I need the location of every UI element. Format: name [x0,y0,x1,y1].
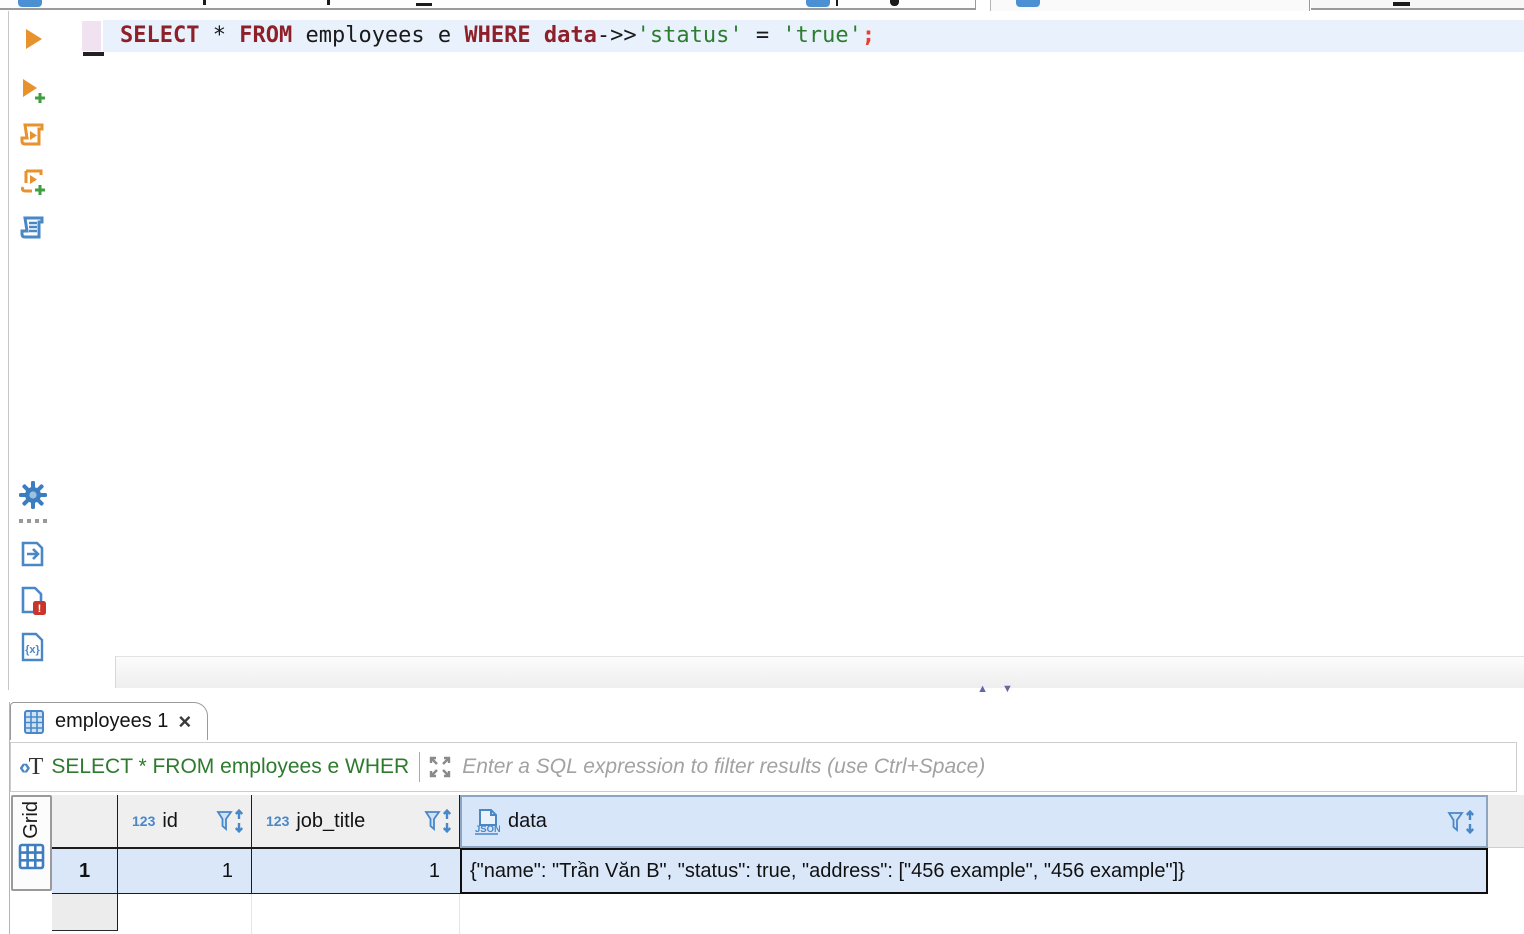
editor-horizontal-scrollbar[interactable] [115,656,1524,688]
sql-string: 'status' [636,23,743,48]
execute-statement-icon[interactable] [16,22,50,56]
grid-header-corner [1488,795,1524,848]
cell-id[interactable]: 1 [118,848,252,894]
results-filter-bar: ‹› T SELECT * FROM employees e WHER [10,742,1517,792]
empty-cell[interactable] [118,894,252,934]
column-label: id [162,809,178,832]
text-cursor [83,52,104,56]
panel-splitter-controls: ▲ ▼ [960,682,1030,698]
sql-semicolon: ; [861,23,876,48]
applied-filter-text[interactable]: SELECT * FROM employees e WHER [51,755,409,779]
file-icon [1016,0,1040,7]
maximize-results-arrow[interactable]: ▼ [1002,682,1013,698]
tab-text-fragment [203,0,206,5]
column-header-data[interactable]: JSON data [460,795,1488,848]
numeric-type-icon: 123 [132,813,156,829]
execute-script-new-tab-icon[interactable] [16,166,50,200]
sql-operator: = [742,23,783,48]
execute-script-icon[interactable] [16,119,50,153]
filter-expression-input[interactable] [462,755,1506,779]
explain-plan-icon[interactable] [16,212,50,246]
cell-data-focused[interactable]: {"name": "Trần Văn B", "status": true, "… [460,848,1488,894]
editor-tab-strip [0,0,1524,11]
table-grid-icon [23,709,45,735]
column-header-job-title[interactable]: 123 job_title [252,795,460,848]
drag-dots-icon[interactable] [16,514,50,528]
empty-row-number-cell[interactable] [52,894,118,931]
filter-sort-icon[interactable] [215,808,247,834]
sql-keyword: SELECT [120,23,200,48]
presentation-tab-grid[interactable]: Grid [11,795,52,891]
sql-text: * [212,23,226,48]
output-icon[interactable] [16,538,50,572]
column-header-id[interactable]: 123 id [118,795,252,848]
tab-text-fragment [836,0,838,6]
svg-text:!: ! [38,603,42,615]
empty-cell[interactable] [460,894,1488,934]
row-number-cell[interactable]: 1 [52,848,118,894]
variables-icon[interactable]: {x} [16,630,50,664]
sql-keyword: data [543,23,597,48]
sql-operator: ->> [596,23,637,48]
tab-text-fragment [416,3,432,6]
expand-filter-icon[interactable] [428,755,452,779]
filter-separator [419,752,421,782]
row-number-column-header[interactable] [52,795,118,848]
sql-keyword: WHERE [464,23,531,48]
sql-editor-toolbar: ! {x} [12,14,58,674]
tab-text-fragment [1393,2,1410,6]
filter-sort-icon[interactable] [1446,809,1478,835]
numeric-type-icon: 123 [266,813,290,829]
ruler-current-line-marker [82,21,101,51]
toolbar-divider [8,11,9,690]
column-label: job_title [296,809,366,832]
column-label: data [508,810,547,832]
json-type-icon: JSON [474,808,500,836]
dbeaver-sql-editor-window: ! {x} SELECT * FROM employees e WHERE da… [0,0,1524,934]
filter-sort-icon[interactable] [423,808,455,834]
results-tab-label: employees 1 [55,710,169,732]
empty-cell[interactable] [252,894,460,934]
sql-text: employees e [292,23,465,48]
close-icon[interactable]: × [178,710,191,732]
editor-tab-strip-right [1311,0,1524,10]
svg-text:{x}: {x} [25,644,40,656]
tab-text-fragment [327,0,330,5]
file-icon [806,0,830,7]
presentation-tab-label: Grid [20,801,42,839]
maximize-editor-arrow[interactable]: ▲ [977,682,988,698]
cell-job-title[interactable]: 1 [252,848,460,894]
settings-gear-icon[interactable] [16,478,50,512]
problems-icon[interactable]: ! [16,584,50,618]
sql-string: 'true' [782,23,862,48]
sql-text-icon[interactable]: ‹› T [19,754,43,781]
grid-icon [18,843,45,870]
file-icon [18,0,42,7]
results-tab-employees-1[interactable]: employees 1 × [10,702,209,740]
sql-statement-line[interactable]: SELECT * FROM employees e WHERE data->>'… [103,20,1524,52]
sql-keyword: FROM [239,23,293,48]
execute-in-new-tab-icon[interactable] [16,74,50,108]
